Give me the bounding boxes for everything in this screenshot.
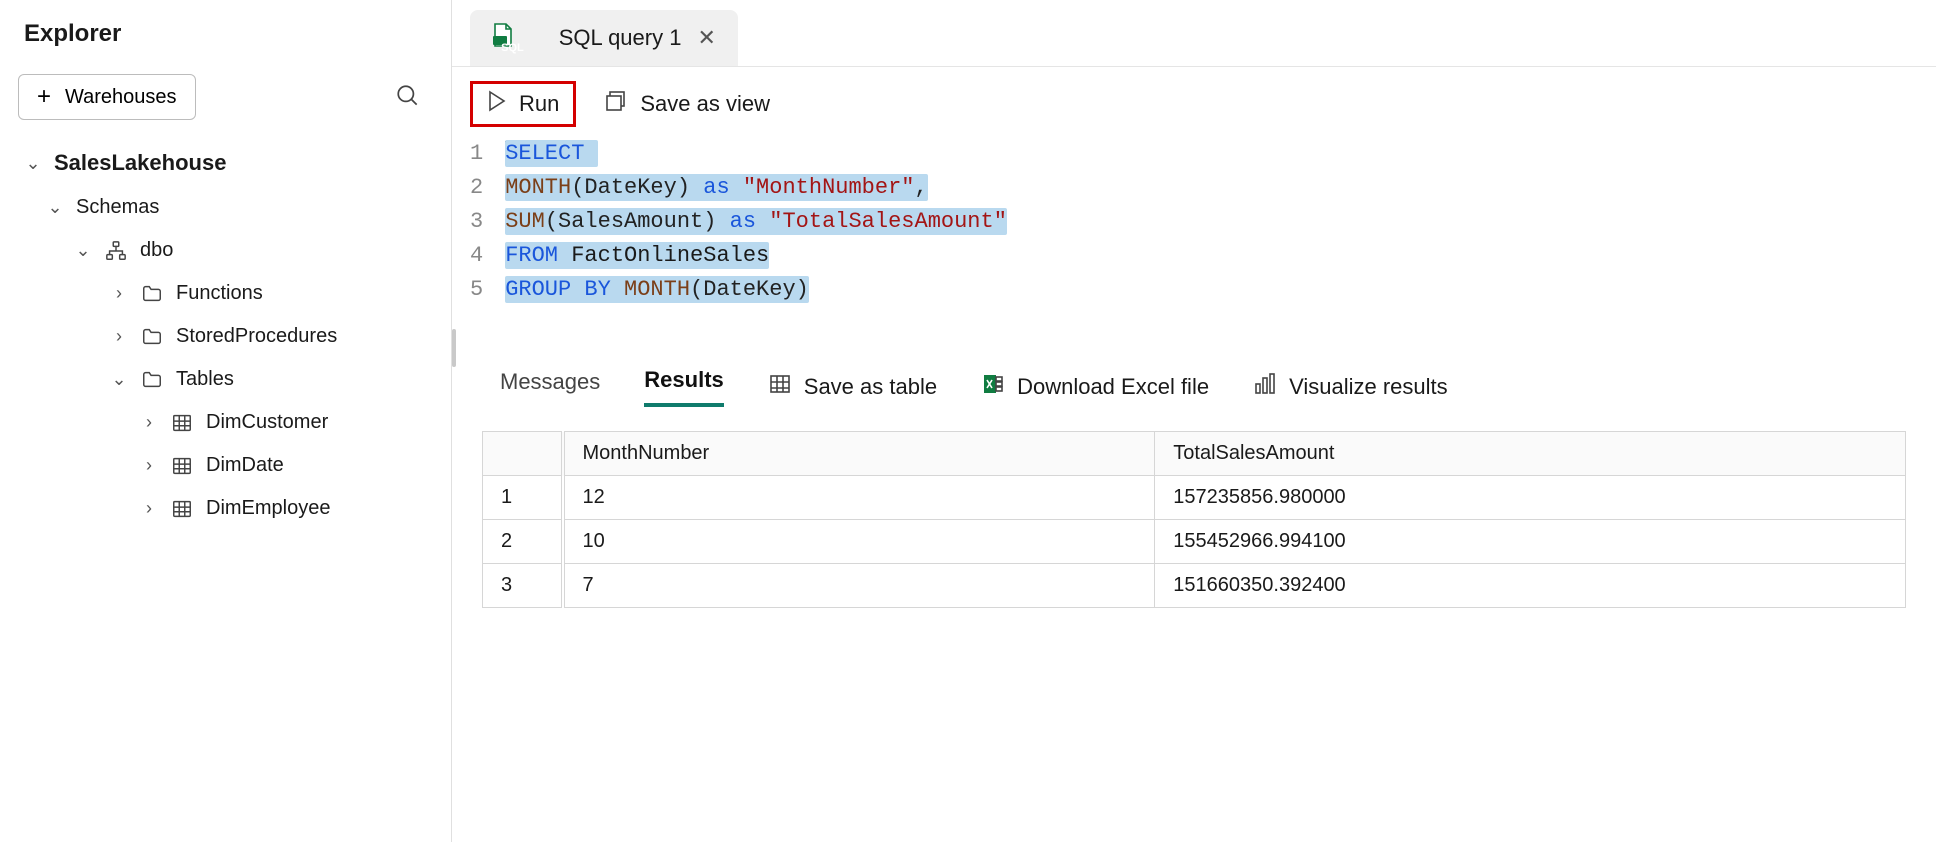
tree-label: DimCustomer: [206, 411, 328, 434]
sql-file-icon: SQL: [492, 22, 543, 54]
tab-bar: SQL SQL query 1 ✕: [452, 0, 1936, 67]
tab-sql-query-1[interactable]: SQL SQL query 1 ✕: [470, 10, 738, 66]
visualize-results-button[interactable]: Visualize results: [1253, 372, 1448, 402]
play-icon: [487, 90, 507, 118]
schema-icon: [104, 240, 128, 262]
chevron-right-icon: ›: [110, 283, 128, 304]
table-row[interactable]: 1 12 157235856.980000: [483, 476, 1906, 520]
save-as-table-button[interactable]: Save as table: [768, 372, 937, 402]
row-number: 2: [483, 520, 563, 564]
table-icon: [768, 372, 792, 402]
tree-label: DimEmployee: [206, 497, 330, 520]
chevron-right-icon: ›: [140, 498, 158, 519]
table-row[interactable]: 2 10 155452966.994100: [483, 520, 1906, 564]
chevron-down-icon: ⌄: [110, 369, 128, 390]
tree-root-saleslakehouse[interactable]: ⌄ SalesLakehouse: [18, 140, 433, 186]
results-toolbar: Messages Results Save as table Download …: [452, 353, 1936, 421]
editor-toolbar: Run Save as view: [452, 67, 1936, 135]
tree-label: SalesLakehouse: [54, 150, 226, 176]
tree-node-table[interactable]: › DimDate: [18, 444, 433, 487]
explorer-tree: ⌄ SalesLakehouse ⌄ Schemas ⌄ dbo › Funct…: [18, 140, 433, 530]
save-as-view-button[interactable]: Save as view: [604, 89, 770, 119]
column-header-rownum[interactable]: [483, 432, 563, 476]
close-icon[interactable]: ✕: [697, 25, 715, 51]
tree-node-storedprocedures[interactable]: › StoredProcedures: [18, 315, 433, 358]
tree-label: DimDate: [206, 454, 284, 477]
tree-label: Functions: [176, 282, 263, 305]
table-row[interactable]: 3 7 151660350.392400: [483, 564, 1906, 608]
excel-icon: [981, 372, 1005, 402]
table-icon: [170, 498, 194, 520]
run-label: Run: [519, 91, 559, 117]
split-handle[interactable]: [452, 347, 1936, 353]
tree-node-schemas[interactable]: ⌄ Schemas: [18, 186, 433, 229]
row-number: 3: [483, 564, 563, 608]
chevron-right-icon: ›: [140, 412, 158, 433]
search-icon[interactable]: [395, 83, 433, 112]
table-icon: [170, 455, 194, 477]
plus-icon: +: [37, 85, 51, 109]
chevron-down-icon: ⌄: [74, 240, 92, 261]
cell-amount: 151660350.392400: [1155, 564, 1906, 608]
stack-icon: [604, 89, 628, 119]
tree-label: StoredProcedures: [176, 325, 337, 348]
results-table: MonthNumber TotalSalesAmount 1 12 157235…: [482, 431, 1906, 608]
code-area[interactable]: SELECT MONTH(DateKey) as "MonthNumber", …: [505, 137, 1007, 307]
sql-editor[interactable]: 1 2 3 4 5 SELECT MONTH(DateKey) as "Mont…: [452, 135, 1936, 347]
column-header[interactable]: TotalSalesAmount: [1155, 432, 1906, 476]
chevron-down-icon: ⌄: [46, 197, 64, 218]
cell-month: 7: [563, 564, 1155, 608]
tree-label: Schemas: [76, 196, 159, 219]
tab-results[interactable]: Results: [644, 367, 723, 407]
line-gutter: 1 2 3 4 5: [470, 137, 505, 307]
table-icon: [170, 412, 194, 434]
run-button[interactable]: Run: [470, 81, 576, 127]
tree-label: Tables: [176, 368, 234, 391]
tab-label: SQL query 1: [559, 25, 682, 51]
folder-icon: [140, 326, 164, 348]
cell-month: 10: [563, 520, 1155, 564]
save-as-view-label: Save as view: [640, 91, 770, 117]
tree-node-table[interactable]: › DimEmployee: [18, 487, 433, 530]
tree-node-functions[interactable]: › Functions: [18, 272, 433, 315]
tree-node-tables[interactable]: ⌄ Tables: [18, 358, 433, 401]
tree-node-dbo[interactable]: ⌄ dbo: [18, 229, 433, 272]
chevron-down-icon: ⌄: [24, 153, 42, 174]
bar-chart-icon: [1253, 372, 1277, 402]
row-number: 1: [483, 476, 563, 520]
chevron-right-icon: ›: [110, 326, 128, 347]
download-excel-button[interactable]: Download Excel file: [981, 372, 1209, 402]
tab-messages[interactable]: Messages: [500, 369, 600, 405]
explorer-sidebar: Explorer + Warehouses ⌄ SalesLakehouse ⌄…: [0, 0, 452, 842]
tree-label: dbo: [140, 239, 173, 262]
chevron-right-icon: ›: [140, 455, 158, 476]
main-panel: SQL SQL query 1 ✕ Run Save as view 1 2 3…: [452, 0, 1936, 842]
column-header[interactable]: MonthNumber: [563, 432, 1155, 476]
cell-amount: 157235856.980000: [1155, 476, 1906, 520]
add-warehouses-label: Warehouses: [65, 86, 177, 109]
add-warehouses-button[interactable]: + Warehouses: [18, 74, 196, 120]
folder-icon: [140, 283, 164, 305]
explorer-title: Explorer: [18, 20, 433, 48]
tree-node-table[interactable]: › DimCustomer: [18, 401, 433, 444]
folder-icon: [140, 369, 164, 391]
cell-amount: 155452966.994100: [1155, 520, 1906, 564]
cell-month: 12: [563, 476, 1155, 520]
